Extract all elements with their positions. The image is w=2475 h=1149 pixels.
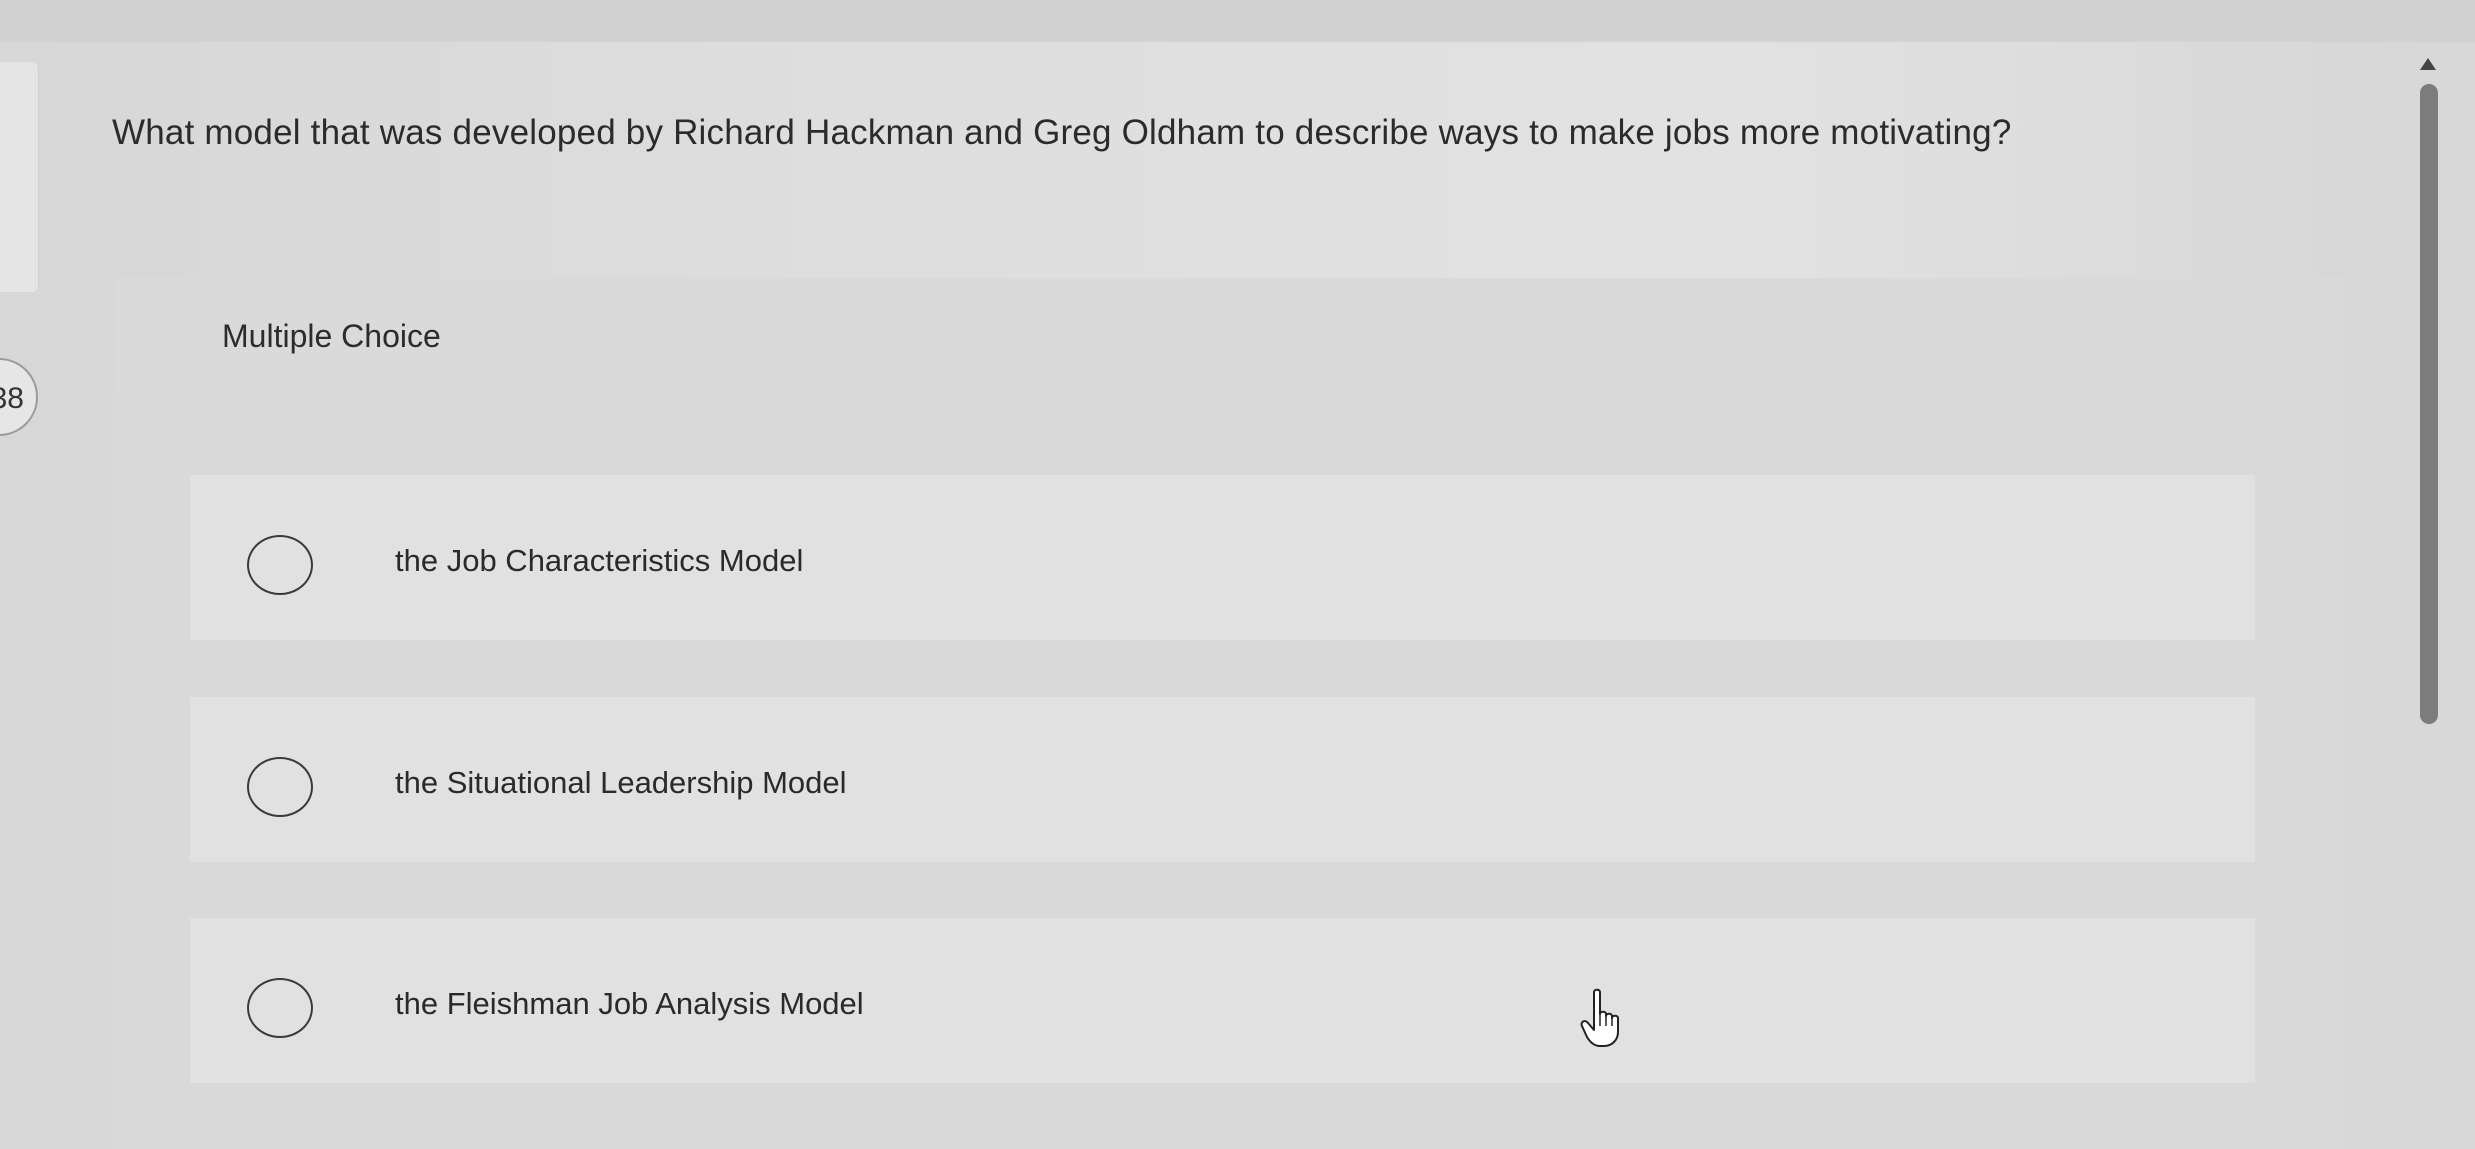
question-text: What model that was developed by Richard… — [112, 113, 2012, 152]
answer-panel-header: Multiple Choice — [115, 278, 2345, 388]
radio-button[interactable] — [247, 978, 313, 1038]
scrollbar-thumb[interactable] — [2420, 84, 2438, 724]
radio-button[interactable] — [247, 535, 313, 595]
radio-button[interactable] — [247, 757, 313, 817]
caret-up-icon[interactable] — [2420, 58, 2436, 70]
hand-pointer-icon — [1580, 988, 1619, 1047]
answer-option[interactable]: the Fleishman Job Analysis Model — [190, 918, 2255, 1083]
answer-option[interactable]: the Situational Leadership Model — [190, 697, 2255, 862]
answer-option-label: the Fleishman Job Analysis Model — [395, 986, 864, 1021]
top-band — [0, 0, 2475, 42]
left-side-panel — [0, 62, 39, 292]
answer-option[interactable]: the Job Characteristics Model — [190, 475, 2255, 640]
answer-option-label: the Situational Leadership Model — [395, 765, 847, 800]
answer-option-label: the Job Characteristics Model — [395, 543, 804, 578]
question-type-label: Multiple Choice — [222, 318, 441, 354]
